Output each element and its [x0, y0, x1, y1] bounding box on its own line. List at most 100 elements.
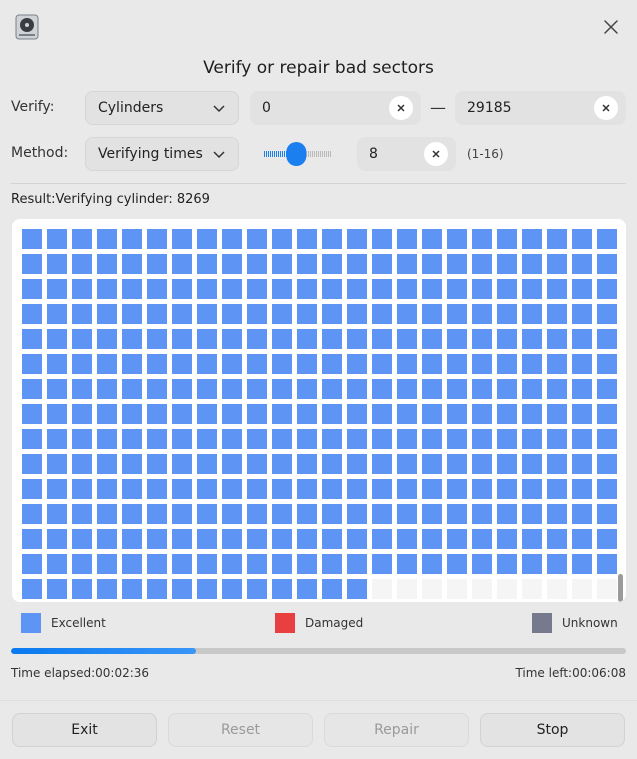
scrollbar[interactable] — [618, 574, 623, 602]
sector-cell — [347, 354, 367, 374]
sector-cell — [272, 454, 292, 474]
sector-cell — [572, 579, 592, 599]
sector-cell — [547, 279, 567, 299]
sector-cell — [197, 329, 217, 349]
sector-cell — [597, 254, 617, 274]
sector-cell — [372, 404, 392, 424]
sector-cell — [372, 504, 392, 524]
sector-cell — [297, 279, 317, 299]
sector-cell — [22, 304, 42, 324]
sector-cell — [472, 429, 492, 449]
sector-cell — [222, 454, 242, 474]
sector-cell — [522, 579, 542, 599]
sector-cell — [297, 429, 317, 449]
exit-button[interactable]: Exit — [12, 713, 157, 747]
sector-cell — [297, 379, 317, 399]
sector-cell — [547, 529, 567, 549]
sector-cell — [397, 504, 417, 524]
sector-cell — [322, 504, 342, 524]
sector-cell — [397, 304, 417, 324]
close-button[interactable] — [598, 14, 624, 40]
clear-from-button[interactable] — [389, 96, 413, 120]
sector-cell — [397, 404, 417, 424]
sector-cell — [397, 529, 417, 549]
verify-mode-select[interactable]: Cylinders — [85, 91, 239, 125]
sector-cell — [597, 554, 617, 574]
reset-button[interactable]: Reset — [168, 713, 313, 747]
method-label: Method: — [11, 145, 69, 161]
slider-handle[interactable] — [286, 142, 307, 166]
sector-cell — [522, 454, 542, 474]
sector-cell — [597, 579, 617, 599]
sector-cell — [397, 554, 417, 574]
verify-times-field[interactable]: 8 — [357, 137, 456, 171]
sector-cell — [172, 329, 192, 349]
sector-cell — [197, 429, 217, 449]
sector-cell — [47, 279, 67, 299]
sector-cell — [222, 304, 242, 324]
sector-cell — [222, 504, 242, 524]
sector-cell — [47, 529, 67, 549]
sector-cell — [47, 354, 67, 374]
sector-cell — [122, 229, 142, 249]
sector-cell — [172, 379, 192, 399]
sector-cell — [72, 454, 92, 474]
sector-cell — [322, 304, 342, 324]
method-mode-value: Verifying times — [98, 146, 203, 162]
verify-times-slider[interactable] — [263, 140, 333, 168]
sector-cell — [372, 579, 392, 599]
sector-cell — [47, 554, 67, 574]
sector-cell — [172, 254, 192, 274]
sector-cell — [547, 329, 567, 349]
sector-cell — [322, 354, 342, 374]
sector-cell — [397, 279, 417, 299]
verify-to-field[interactable]: 29185 — [455, 91, 626, 125]
sector-cell — [297, 454, 317, 474]
verify-from-field[interactable]: 0 — [250, 91, 421, 125]
sector-cell — [97, 479, 117, 499]
sector-cell — [247, 254, 267, 274]
sector-cell — [247, 504, 267, 524]
sector-cell — [247, 429, 267, 449]
stop-button[interactable]: Stop — [480, 713, 625, 747]
sector-cell — [347, 504, 367, 524]
sector-cell — [397, 354, 417, 374]
sector-cell — [347, 529, 367, 549]
method-mode-select[interactable]: Verifying times — [85, 137, 239, 171]
clear-times-button[interactable] — [424, 142, 448, 166]
sector-cell — [497, 454, 517, 474]
sector-cell — [22, 279, 42, 299]
sector-cell — [422, 304, 442, 324]
sector-cell — [197, 529, 217, 549]
sector-cell — [172, 354, 192, 374]
sector-cell — [522, 379, 542, 399]
sector-cell — [122, 454, 142, 474]
sector-cell — [97, 254, 117, 274]
progress-fill — [11, 648, 196, 654]
sector-cell — [22, 479, 42, 499]
sector-cell — [122, 429, 142, 449]
sector-cell — [197, 379, 217, 399]
sector-cell — [72, 504, 92, 524]
repair-button[interactable]: Repair — [324, 713, 469, 747]
sector-cell — [97, 454, 117, 474]
time-elapsed: Time elapsed:00:02:36 — [11, 666, 150, 680]
sector-cell — [272, 379, 292, 399]
sector-cell — [522, 479, 542, 499]
sector-cell — [272, 479, 292, 499]
sector-cell — [22, 404, 42, 424]
sector-cell — [72, 404, 92, 424]
verify-mode-value: Cylinders — [98, 100, 164, 116]
sector-cell — [222, 579, 242, 599]
sector-cell — [497, 479, 517, 499]
sector-cell — [547, 554, 567, 574]
sector-cell — [297, 554, 317, 574]
clear-to-button[interactable] — [594, 96, 618, 120]
sector-cell — [247, 529, 267, 549]
sector-cell — [322, 429, 342, 449]
sector-cell — [247, 479, 267, 499]
sector-cell — [472, 329, 492, 349]
sector-cell — [147, 379, 167, 399]
sector-cell — [247, 404, 267, 424]
sector-cell — [572, 404, 592, 424]
